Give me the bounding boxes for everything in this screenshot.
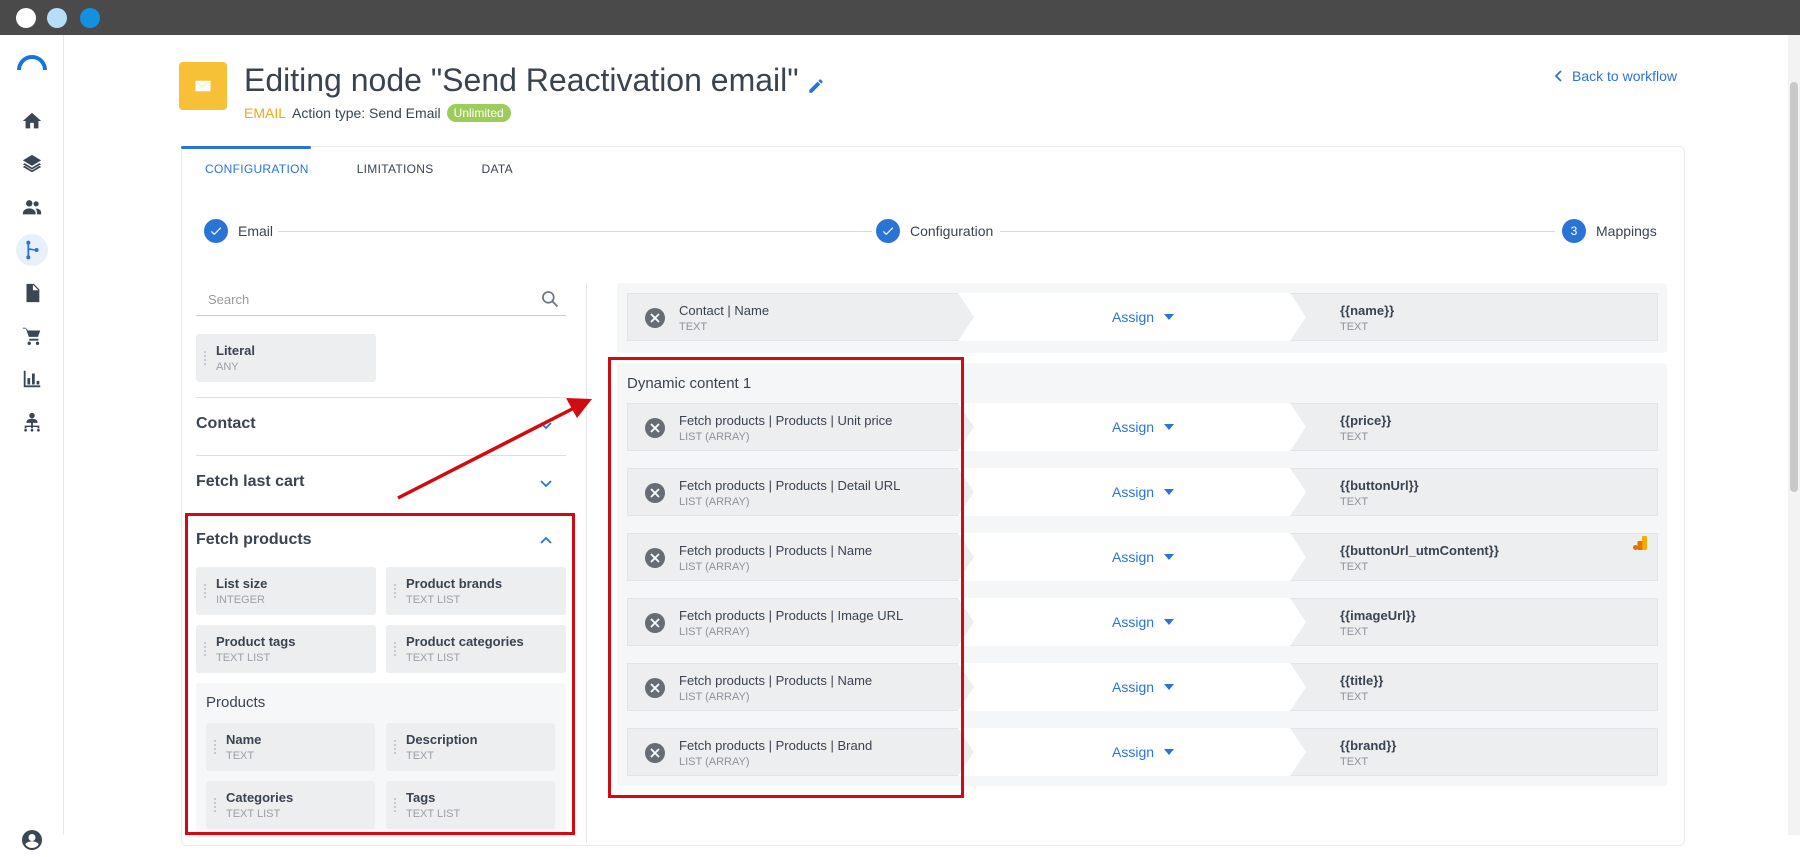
assign-dropdown[interactable]: Assign (1112, 309, 1175, 325)
caret-down-icon[interactable] (1164, 554, 1175, 560)
nav-org-chart-icon[interactable] (16, 406, 48, 438)
node-meta: EMAIL Action type: Send Email Unlimited (244, 104, 511, 122)
step-label: Email (238, 223, 274, 239)
envelope-icon (195, 80, 211, 92)
assign-label[interactable]: Assign (1112, 679, 1154, 695)
back-to-workflow-link[interactable]: Back to workflow (1554, 68, 1677, 84)
nav-people-icon[interactable] (16, 191, 48, 223)
caret-down-icon[interactable] (1164, 314, 1175, 320)
assign-dropdown[interactable]: Assign (1112, 419, 1175, 435)
mapping-target-type: TEXT (1340, 496, 1369, 508)
section-contact[interactable]: Contact (196, 415, 256, 433)
field-type: ANY (216, 361, 239, 373)
scrollbar-thumb[interactable] (1790, 82, 1798, 492)
mapping-target: {{buttonUrl_utmContent}} (1340, 543, 1499, 558)
assign-dropdown[interactable]: Assign (1112, 614, 1175, 630)
edit-title-pencil-icon[interactable] (807, 77, 825, 95)
chevron-down-icon[interactable] (537, 416, 555, 434)
field-name: Literal (216, 343, 256, 358)
page-scrollbar[interactable] (1788, 35, 1800, 835)
step-check-icon (204, 219, 228, 243)
mapping-target: {{buttonUrl}} (1340, 478, 1419, 493)
mapping-source: Contact | Name (679, 303, 770, 318)
drag-handle-icon[interactable] (203, 350, 208, 366)
tab-data[interactable]: DATA (458, 146, 537, 192)
step-email[interactable]: Email (204, 219, 273, 243)
mapping-target-type: TEXT (1340, 561, 1369, 573)
chevron-down-icon[interactable] (537, 474, 555, 492)
section-fetch-last-cart[interactable]: Fetch last cart (196, 473, 304, 491)
step-label: Configuration (910, 223, 994, 239)
status-badge: Unlimited (446, 104, 511, 122)
remove-mapping-icon[interactable] (644, 307, 666, 329)
nav-cart-icon[interactable] (16, 320, 48, 352)
stepper-line (1000, 231, 1555, 232)
assign-dropdown[interactable]: Assign (1112, 744, 1175, 760)
window-close-button[interactable] (16, 8, 36, 28)
app-logo-icon[interactable] (17, 55, 47, 71)
mapping-target-type: TEXT (1340, 431, 1369, 443)
assign-label[interactable]: Assign (1112, 419, 1154, 435)
step-configuration[interactable]: Configuration (876, 219, 993, 243)
divider (196, 397, 566, 398)
config-tabs: CONFIGURATION LIMITATIONS DATA (181, 146, 537, 192)
mapping-source-type: TEXT (679, 321, 708, 333)
search-input[interactable] (196, 284, 516, 314)
step-label: Mappings (1596, 223, 1657, 239)
assign-label[interactable]: Assign (1112, 484, 1154, 500)
nav-chart-icon[interactable] (16, 363, 48, 395)
field-chip-literal[interactable]: Literal ANY (196, 334, 376, 382)
assign-dropdown[interactable]: Assign (1112, 549, 1175, 565)
nav-home-icon[interactable] (16, 105, 48, 137)
caret-down-icon[interactable] (1164, 424, 1175, 430)
tab-configuration[interactable]: CONFIGURATION (181, 146, 333, 192)
caret-down-icon[interactable] (1164, 489, 1175, 495)
page-title: Editing node "Send Reactivation email" (244, 62, 799, 98)
mapping-row: Contact | Name TEXT Assign {{name}} TEXT (627, 293, 1658, 341)
caret-down-icon[interactable] (1164, 684, 1175, 690)
step-mappings[interactable]: 3 Mappings (1562, 219, 1657, 243)
back-link-label[interactable]: Back to workflow (1572, 68, 1677, 84)
annotation-highlight-box (185, 513, 575, 835)
tab-limitations[interactable]: LIMITATIONS (333, 146, 458, 192)
assign-label[interactable]: Assign (1112, 614, 1154, 630)
mapping-target-type: TEXT (1340, 626, 1369, 638)
window-titlebar (0, 0, 1800, 35)
action-type-label: Action type: Send Email (292, 105, 441, 121)
assign-label[interactable]: Assign (1112, 549, 1154, 565)
window-maximize-button[interactable] (80, 8, 100, 28)
node-type-label: EMAIL (244, 105, 287, 121)
panel-separator (586, 283, 587, 843)
user-account-icon[interactable] (20, 828, 44, 852)
assign-dropdown[interactable]: Assign (1112, 484, 1175, 500)
annotation-highlight-box (608, 357, 964, 798)
mapping-target-type: TEXT (1340, 756, 1369, 768)
step-number: 3 (1562, 219, 1586, 243)
step-check-icon (876, 219, 900, 243)
analytics-icon[interactable] (1633, 536, 1647, 550)
chevron-left-icon (1554, 70, 1562, 82)
stepper-line (278, 231, 872, 232)
assign-label[interactable]: Assign (1112, 309, 1154, 325)
window-minimize-button[interactable] (47, 8, 67, 28)
search-field (196, 284, 566, 316)
assign-dropdown[interactable]: Assign (1112, 679, 1175, 695)
mapping-target: {{name}} (1340, 303, 1395, 318)
assign-label[interactable]: Assign (1112, 744, 1154, 760)
mapping-target: {{brand}} (1340, 738, 1397, 753)
nav-document-icon[interactable] (16, 277, 48, 309)
nav-layers-icon[interactable] (16, 148, 48, 180)
email-node-icon (179, 62, 227, 110)
nav-workflow-icon[interactable] (16, 234, 48, 266)
caret-down-icon[interactable] (1164, 619, 1175, 625)
mapping-target: {{imageUrl}} (1340, 608, 1416, 623)
search-icon[interactable] (540, 289, 560, 309)
side-navigation (0, 35, 64, 850)
mapping-target: {{title}} (1340, 673, 1384, 688)
divider (196, 455, 566, 456)
caret-down-icon[interactable] (1164, 749, 1175, 755)
mapping-target: {{price}} (1340, 413, 1392, 428)
mapping-target-type: TEXT (1340, 691, 1369, 703)
mapping-target-type: TEXT (1340, 321, 1369, 333)
